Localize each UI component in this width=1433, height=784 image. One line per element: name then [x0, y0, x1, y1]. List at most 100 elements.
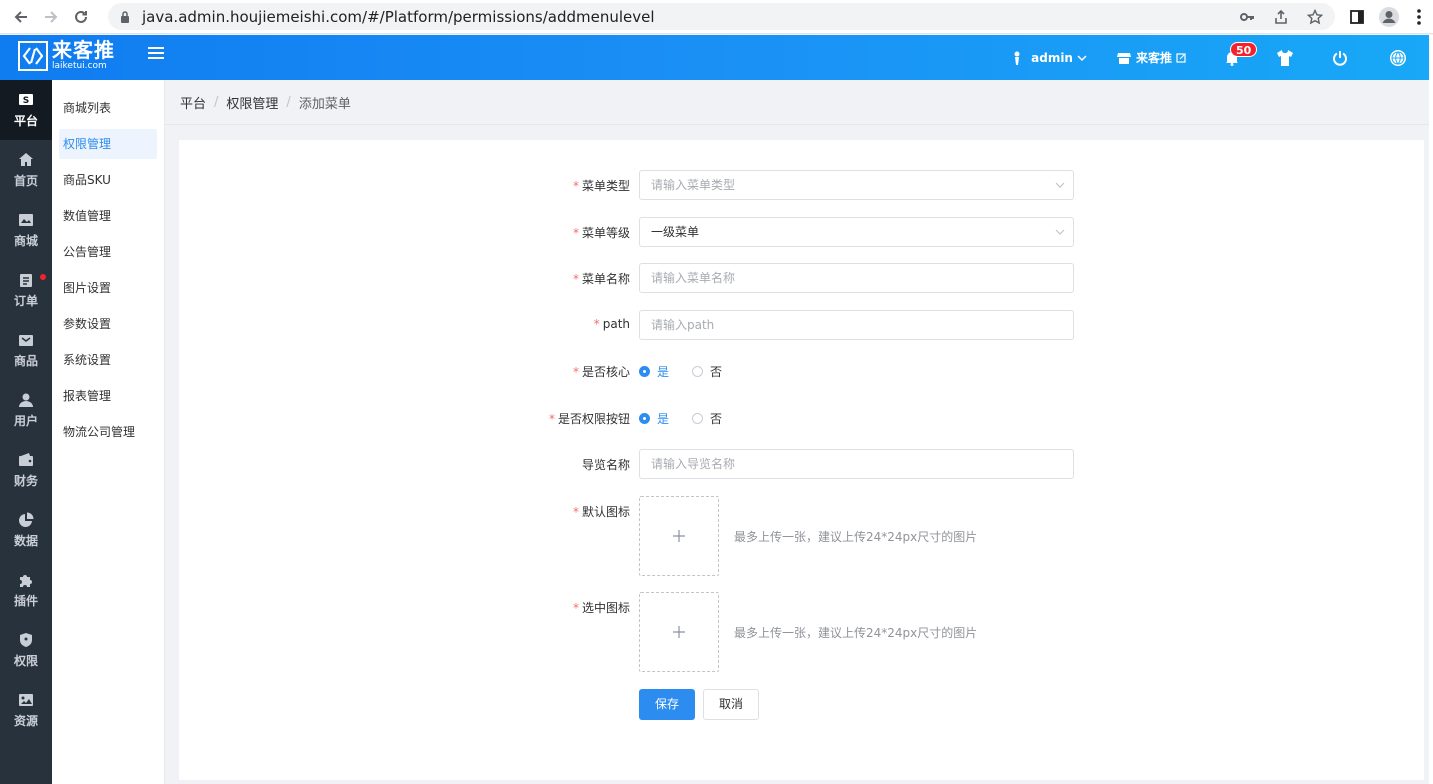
forward-arrow-icon [45, 10, 58, 23]
plus-icon [673, 530, 685, 542]
sidebar-item-user[interactable]: 用户 [0, 380, 52, 440]
sidebar-item-data[interactable]: 数据 [0, 500, 52, 560]
radio-checked-icon [639, 366, 650, 377]
theme-button[interactable] [1276, 49, 1294, 67]
reload-button[interactable] [66, 2, 96, 32]
sidebar-item-label: 资源 [13, 713, 38, 728]
cancel-button[interactable]: 取消 [703, 689, 759, 720]
menu-level-select[interactable]: 一级菜单 [639, 217, 1074, 247]
subnav-item[interactable]: 报表管理 [59, 381, 157, 411]
star-icon[interactable] [1307, 8, 1323, 25]
mall-icon [19, 213, 33, 226]
logo[interactable]: 来客推 laiketui.com [18, 40, 115, 71]
kebab-menu-icon [1417, 9, 1421, 25]
path-input[interactable]: 请输入path [639, 310, 1074, 340]
profile-avatar-icon [1379, 7, 1399, 27]
subnav-item[interactable]: 数值管理 [59, 201, 157, 231]
menu-name-input[interactable]: 请输入菜单名称 [639, 263, 1074, 293]
sidebar-item-plugin[interactable]: 插件 [0, 560, 52, 620]
menu-type-select[interactable]: 请输入菜单类型 [639, 170, 1074, 200]
forward-button[interactable] [36, 2, 66, 32]
puzzle-icon [20, 574, 32, 587]
key-icon[interactable] [1239, 9, 1255, 25]
logo-title: 来客推 [52, 38, 115, 62]
subnav-item[interactable]: 系统设置 [59, 345, 157, 375]
sidebar-item-mall[interactable]: 商城 [0, 200, 52, 260]
chevron-down-icon [1077, 54, 1087, 61]
breadcrumb-separator: / [286, 94, 291, 110]
subnav-item[interactable]: 商城列表 [59, 93, 157, 123]
sidebar-item-label: 商城 [13, 233, 38, 248]
subnav-item[interactable]: 图片设置 [59, 273, 157, 303]
scrollbar-track[interactable] [1429, 35, 1433, 784]
radio-unchecked-icon [692, 366, 703, 377]
sidepanel-icon [1350, 10, 1364, 24]
breadcrumb-item[interactable]: 平台 [180, 93, 206, 112]
sidebar-item-order[interactable]: 订单 [0, 260, 52, 320]
subnav-item[interactable]: 参数设置 [59, 309, 157, 339]
globe-icon [1390, 49, 1406, 66]
sidebar-item-label: 用户 [13, 413, 38, 428]
subnav-item[interactable]: 商品SKU [59, 165, 157, 195]
sidebar-item-finance[interactable]: 财务 [0, 440, 52, 500]
breadcrumb-item[interactable]: 权限管理 [226, 93, 278, 112]
sidebar-item-label: 财务 [13, 473, 38, 488]
back-button[interactable] [6, 2, 36, 32]
breadcrumb-separator: / [214, 94, 219, 110]
placeholder-text: 请输入导览名称 [651, 457, 736, 471]
sidebar-item-platform[interactable]: S 平台 [0, 80, 52, 140]
sidebar-item-label: 商品 [13, 353, 38, 368]
notifications-button[interactable]: 50 [1224, 41, 1258, 66]
user-dropdown[interactable]: admin [1011, 50, 1087, 66]
store-link[interactable]: 来客推 [1116, 49, 1186, 66]
field-label: * 是否权限按钮 [548, 412, 630, 426]
profile-button[interactable] [1373, 2, 1405, 32]
tshirt-icon [1277, 49, 1293, 66]
sidebar-item-resource[interactable]: 资源 [0, 680, 52, 740]
store-icon [1116, 52, 1131, 64]
store-name: 来客推 [1135, 51, 1172, 65]
chart-icon [19, 512, 34, 527]
is-permission-no-radio[interactable]: 否 [692, 410, 722, 427]
sidebar-item-product[interactable]: 商品 [0, 320, 52, 380]
field-label: * 菜单类型 [572, 179, 630, 193]
is-core-no-radio[interactable]: 否 [692, 363, 722, 380]
sidebar-item-home[interactable]: 首页 [0, 140, 52, 200]
save-button[interactable]: 保存 [639, 689, 695, 720]
external-link-icon [1176, 52, 1186, 63]
url-text: java.admin.houjiemeishi.com/#/Platform/p… [142, 7, 655, 26]
sub-sidebar: 商城列表 权限管理 商品SKU 数值管理 公告管理 图片设置 参数设置 系统设置… [52, 80, 165, 784]
placeholder-text: 请输入path [651, 318, 715, 332]
sidebar-item-permission[interactable]: 权限 [0, 620, 52, 680]
back-arrow-icon [14, 10, 27, 23]
sidebar-item-label: 权限 [13, 653, 38, 668]
breadcrumb: 平台 / 权限管理 / 添加菜单 [165, 80, 1433, 125]
is-permission-yes-radio[interactable]: 是 [639, 410, 669, 427]
guide-name-input[interactable]: 请输入导览名称 [639, 449, 1074, 479]
collapse-menu-icon[interactable] [148, 47, 164, 61]
app-header: 来客推 laiketui.com admin 来客推 50 [0, 35, 1433, 80]
field-label: * 默认图标 [572, 505, 630, 519]
selected-icon-upload[interactable] [639, 592, 719, 672]
chevron-down-icon [1055, 182, 1065, 188]
default-icon-upload[interactable] [639, 496, 719, 576]
order-icon [20, 273, 32, 287]
language-button[interactable] [1389, 49, 1407, 67]
user-avatar-icon [1014, 51, 1020, 65]
field-label: * 是否核心 [572, 365, 630, 379]
subnav-item-active[interactable]: 权限管理 [59, 129, 157, 159]
placeholder-text: 请输入菜单类型 [651, 178, 736, 192]
subnav-item[interactable]: 公告管理 [59, 237, 157, 267]
unread-dot [40, 274, 46, 280]
menu-button[interactable] [1405, 2, 1433, 32]
logout-button[interactable] [1332, 50, 1348, 66]
browser-toolbar: java.admin.houjiemeishi.com/#/Platform/p… [0, 0, 1433, 34]
chevron-down-icon [1055, 229, 1065, 235]
upload-hint: 最多上传一张，建议上传24*24px尺寸的图片 [734, 530, 978, 544]
sidepanel-button[interactable] [1341, 2, 1373, 32]
address-bar[interactable]: java.admin.houjiemeishi.com/#/Platform/p… [108, 3, 1335, 30]
is-core-yes-radio[interactable]: 是 [639, 363, 669, 380]
share-icon[interactable] [1273, 9, 1289, 25]
subnav-item[interactable]: 物流公司管理 [59, 417, 157, 447]
main-sidebar: S 平台 首页 商城 订单 商品 用户 财务 数据 插件 权限 资源 [0, 80, 52, 784]
